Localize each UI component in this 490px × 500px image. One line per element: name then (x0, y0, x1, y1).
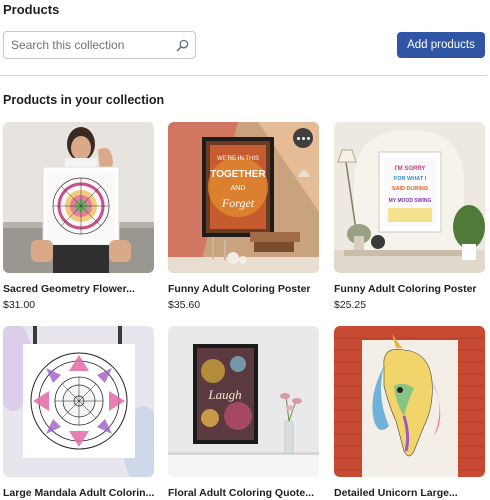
product-image[interactable] (3, 326, 154, 477)
product-title[interactable]: Detailed Unicorn Large... (334, 487, 485, 499)
poster-text: Laugh (207, 387, 241, 402)
product-title[interactable]: Funny Adult Coloring Poster (168, 283, 319, 295)
add-products-button[interactable]: Add products (397, 32, 485, 58)
product-image[interactable] (334, 326, 485, 477)
product-image[interactable]: I'M SORRY FOR WHAT I SAID DURING MY MOOD… (334, 122, 485, 273)
product-image[interactable]: Laugh (168, 326, 319, 477)
product-card[interactable]: Laugh Floral Adult Coloring Quote... (168, 326, 319, 499)
product-image[interactable] (3, 122, 154, 273)
poster-text: FOR WHAT I (394, 176, 427, 182)
product-price: $25.25 (334, 299, 367, 311)
page-title: Products (3, 2, 60, 17)
collection-heading: Products in your collection (3, 93, 165, 107)
poster-text: SAID DURING (392, 186, 428, 192)
poster-text: I'M SORRY (395, 166, 426, 172)
more-options-button[interactable] (293, 128, 313, 148)
product-card[interactable]: I'M SORRY FOR WHAT I SAID DURING MY MOOD… (334, 122, 485, 311)
poster-text: Forget (221, 196, 255, 210)
product-title[interactable]: Funny Adult Coloring Poster (334, 283, 485, 295)
product-price: $35.60 (168, 299, 201, 311)
poster-text: TOGETHER (210, 169, 266, 180)
product-card[interactable]: Large Mandala Adult Colorin... (3, 326, 154, 499)
search-input[interactable] (4, 32, 164, 58)
search-field[interactable] (3, 31, 196, 59)
divider (0, 75, 487, 76)
product-title[interactable]: Sacred Geometry Flower... (3, 283, 154, 295)
product-card[interactable]: Detailed Unicorn Large... (334, 326, 485, 499)
product-title[interactable]: Large Mandala Adult Colorin... (3, 487, 154, 499)
poster-text: AND (231, 185, 246, 192)
product-card[interactable]: WE'RE IN THIS TOGETHER AND Forget Funny … (168, 122, 319, 311)
poster-text: MY MOOD SWING (389, 198, 432, 204)
poster-text: WE'RE IN THIS (217, 156, 259, 162)
product-image[interactable]: WE'RE IN THIS TOGETHER AND Forget (168, 122, 319, 273)
product-title[interactable]: Floral Adult Coloring Quote... (168, 487, 319, 499)
search-icon[interactable] (176, 39, 189, 52)
product-card[interactable]: Sacred Geometry Flower... $31.00 (3, 122, 154, 311)
product-price: $31.00 (3, 299, 36, 311)
